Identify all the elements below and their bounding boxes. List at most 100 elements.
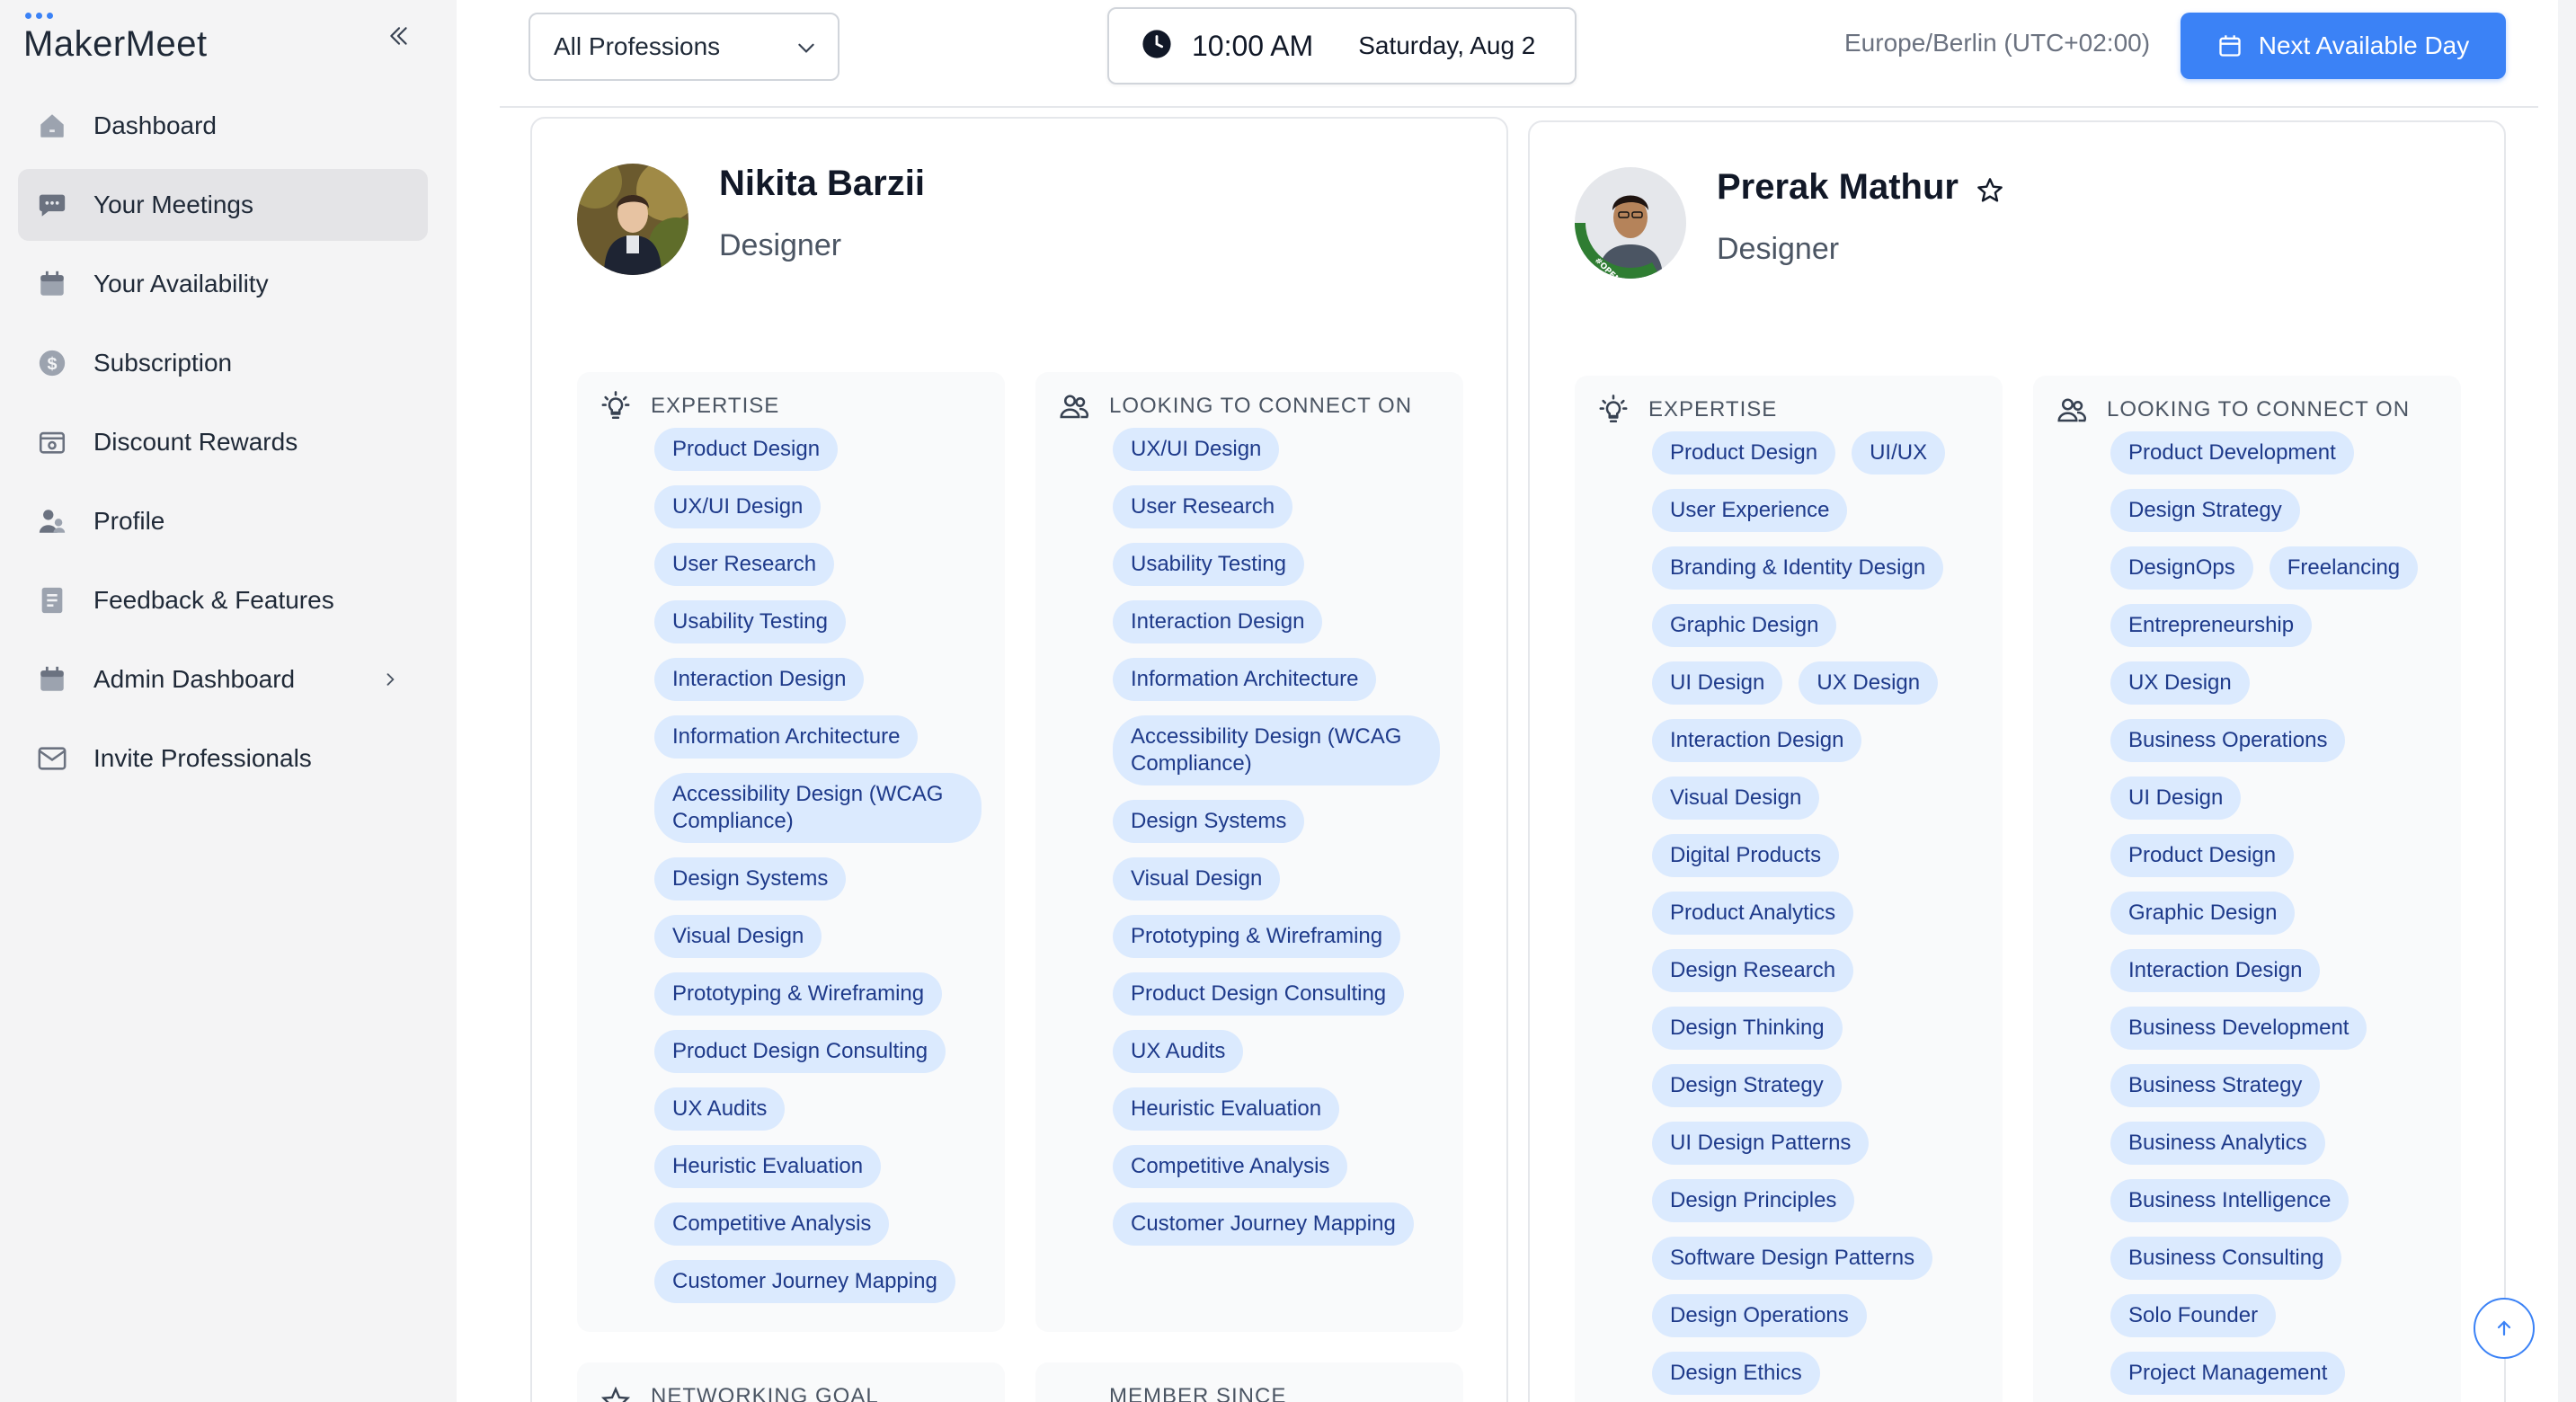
tag-chip[interactable]: Heuristic Evaluation bbox=[654, 1145, 882, 1188]
chevron-right-icon[interactable] bbox=[376, 665, 404, 694]
tag-chip[interactable]: Freelancing bbox=[2269, 546, 2419, 590]
tag-chip[interactable]: User Experience bbox=[1652, 489, 1848, 532]
tag-chip[interactable]: User Research bbox=[1113, 485, 1293, 528]
tag-chip[interactable]: UX Audits bbox=[654, 1087, 786, 1131]
tag-chip[interactable]: UI Design bbox=[2110, 776, 2242, 820]
tag-chip[interactable]: Branding & Identity Design bbox=[1652, 546, 1944, 590]
tag-chip[interactable]: Information Architecture bbox=[1113, 658, 1377, 701]
selected-time: 10:00 AM bbox=[1192, 29, 1314, 62]
logo[interactable]: MakerMeet bbox=[23, 13, 208, 65]
tag-chip[interactable]: Visual Design bbox=[1652, 776, 1820, 820]
favorite-star-icon[interactable] bbox=[1976, 176, 2012, 212]
tag-chip[interactable]: Graphic Design bbox=[1652, 604, 1837, 647]
tag-chip[interactable]: Design Research bbox=[1652, 949, 1854, 992]
tag-chip[interactable]: Design Principles bbox=[1652, 1179, 1855, 1222]
profile-name: Nikita Barzii bbox=[719, 164, 925, 203]
tag-chip[interactable]: Usability Testing bbox=[654, 600, 846, 643]
tag-chip[interactable]: Heuristic Evaluation bbox=[1113, 1087, 1340, 1131]
sidebar-item-profile[interactable]: Profile bbox=[18, 485, 428, 557]
tag-chip[interactable]: Product Design Consulting bbox=[1113, 972, 1405, 1016]
tag-chip[interactable]: Interaction Design bbox=[1652, 719, 1862, 762]
avatar[interactable] bbox=[577, 164, 688, 275]
profile-card[interactable]: Nikita Barzii Designer EXPERTISE Product… bbox=[530, 117, 1508, 1402]
tag-chip[interactable]: Interaction Design bbox=[2110, 949, 2321, 992]
tag-chip[interactable]: UX/UI Design bbox=[1113, 428, 1280, 471]
tag-chip[interactable]: Design Systems bbox=[654, 857, 847, 901]
tag-chip[interactable]: Design Thinking bbox=[1652, 1007, 1843, 1050]
tag-chip[interactable]: Design Strategy bbox=[1652, 1064, 1842, 1107]
tag-chip[interactable]: Product Design bbox=[1652, 431, 1836, 475]
tag-chip[interactable]: Design Ethics bbox=[1652, 1352, 1820, 1395]
tag-chip[interactable]: Business Operations bbox=[2110, 719, 2346, 762]
tag-chip[interactable]: UI/UX bbox=[1852, 431, 1946, 475]
tag-chip[interactable]: Business Intelligence bbox=[2110, 1179, 2349, 1222]
tag-chip[interactable]: Prototyping & Wireframing bbox=[1113, 915, 1401, 958]
calendar-icon bbox=[2219, 35, 2241, 57]
tag-chip[interactable]: Competitive Analysis bbox=[654, 1202, 890, 1246]
tag-chip[interactable]: Customer Journey Mapping bbox=[1113, 1202, 1414, 1246]
logo-dots-icon bbox=[25, 13, 53, 19]
tag-chip[interactable]: UX/UI Design bbox=[654, 485, 822, 528]
tag-chip[interactable]: Usability Testing bbox=[1113, 543, 1304, 586]
tag-chip[interactable]: Product Design Consulting bbox=[654, 1030, 946, 1073]
tag-chip[interactable]: Design Systems bbox=[1113, 800, 1305, 843]
tag-chip[interactable]: Accessibility Design (WCAG Compliance) bbox=[1113, 715, 1440, 785]
sidebar-item-dashboard[interactable]: Dashboard bbox=[18, 90, 428, 162]
sidebar-item-invite-professionals[interactable]: Invite Professionals bbox=[18, 723, 428, 794]
chat-bubble-icon bbox=[36, 189, 68, 221]
looking-tags: UX/UI Design User Research Usability Tes… bbox=[1035, 428, 1463, 1260]
tag-chip[interactable]: UX Design bbox=[2110, 661, 2250, 705]
sidebar-item-label: Invite Professionals bbox=[93, 744, 312, 772]
sidebar-item-discount-rewards[interactable]: Discount Rewards bbox=[18, 406, 428, 478]
tag-chip[interactable]: Solo Founder bbox=[2110, 1294, 2277, 1337]
profile-card[interactable]: #OPENTOWORK Prerak Mathur Designer EXPER… bbox=[1528, 120, 2506, 1402]
tag-chip[interactable]: Visual Design bbox=[654, 915, 822, 958]
sidebar-item-your-meetings[interactable]: Your Meetings bbox=[18, 169, 428, 241]
tag-chip[interactable]: Customer Journey Mapping bbox=[654, 1260, 955, 1303]
profession-filter-select[interactable]: All Professions bbox=[529, 13, 839, 81]
next-available-day-button[interactable]: Next Available Day bbox=[2181, 13, 2506, 79]
tag-chip[interactable]: Project Management bbox=[2110, 1352, 2346, 1395]
time-date-picker[interactable]: 10:00 AM Saturday, Aug 2 bbox=[1107, 7, 1577, 84]
tag-chip[interactable]: Product Analytics bbox=[1652, 892, 1854, 935]
tag-chip[interactable]: Product Design bbox=[654, 428, 839, 471]
tag-chip[interactable]: Software Design Patterns bbox=[1652, 1237, 1933, 1280]
tag-chip[interactable]: Accessibility Design (WCAG Compliance) bbox=[654, 773, 982, 843]
sidebar-item-admin-dashboard[interactable]: Admin Dashboard bbox=[18, 643, 428, 715]
tag-chip[interactable]: Product Design bbox=[2110, 834, 2295, 877]
sidebar-item-subscription[interactable]: $ Subscription bbox=[18, 327, 428, 399]
tag-chip[interactable]: Business Strategy bbox=[2110, 1064, 2321, 1107]
tag-chip[interactable]: Design Operations bbox=[1652, 1294, 1867, 1337]
tag-chip[interactable]: UX Audits bbox=[1113, 1030, 1244, 1073]
tag-chip[interactable]: Interaction Design bbox=[654, 658, 865, 701]
tag-chip[interactable]: UX Design bbox=[1799, 661, 1939, 705]
tag-chip[interactable]: Digital Products bbox=[1652, 834, 1840, 877]
tag-chip[interactable]: Prototyping & Wireframing bbox=[654, 972, 943, 1016]
tag-chip[interactable]: Business Development bbox=[2110, 1007, 2367, 1050]
tag-chip[interactable]: UI Design Patterns bbox=[1652, 1122, 1870, 1165]
profile-role: Designer bbox=[719, 228, 842, 262]
tag-chip[interactable]: DesignOps bbox=[2110, 546, 2253, 590]
sidebar-item-feedback-features[interactable]: Feedback & Features bbox=[18, 564, 428, 636]
timezone-label[interactable]: Europe/Berlin (UTC+02:00) bbox=[1844, 29, 2150, 58]
tag-chip[interactable]: Entrepreneurship bbox=[2110, 604, 2313, 647]
tag-chip[interactable]: Product Development bbox=[2110, 431, 2354, 475]
tag-chip[interactable]: Visual Design bbox=[1113, 857, 1281, 901]
tag-chip[interactable]: Information Architecture bbox=[654, 715, 919, 759]
tag-chip[interactable]: UI Design bbox=[1652, 661, 1783, 705]
tag-chip[interactable]: Interaction Design bbox=[1113, 600, 1323, 643]
tag-chip[interactable]: Competitive Analysis bbox=[1113, 1145, 1348, 1188]
tag-chip[interactable]: Graphic Design bbox=[2110, 892, 2296, 935]
page-scrollbar[interactable] bbox=[2558, 0, 2576, 1402]
scroll-to-top-button[interactable] bbox=[2474, 1298, 2535, 1359]
tag-chip[interactable]: User Research bbox=[654, 543, 835, 586]
calendar-icon bbox=[36, 663, 68, 696]
sidebar-item-label: Your Meetings bbox=[93, 191, 253, 218]
tag-chip[interactable]: Business Consulting bbox=[2110, 1237, 2342, 1280]
sidebar-item-your-availability[interactable]: Your Availability bbox=[18, 248, 428, 320]
tag-chip[interactable]: Design Strategy bbox=[2110, 489, 2300, 532]
collapse-sidebar-button[interactable] bbox=[381, 18, 417, 54]
tag-chip[interactable]: Business Analytics bbox=[2110, 1122, 2325, 1165]
section-title: EXPERTISE bbox=[651, 394, 780, 418]
avatar[interactable]: #OPENTOWORK bbox=[1575, 167, 1686, 279]
